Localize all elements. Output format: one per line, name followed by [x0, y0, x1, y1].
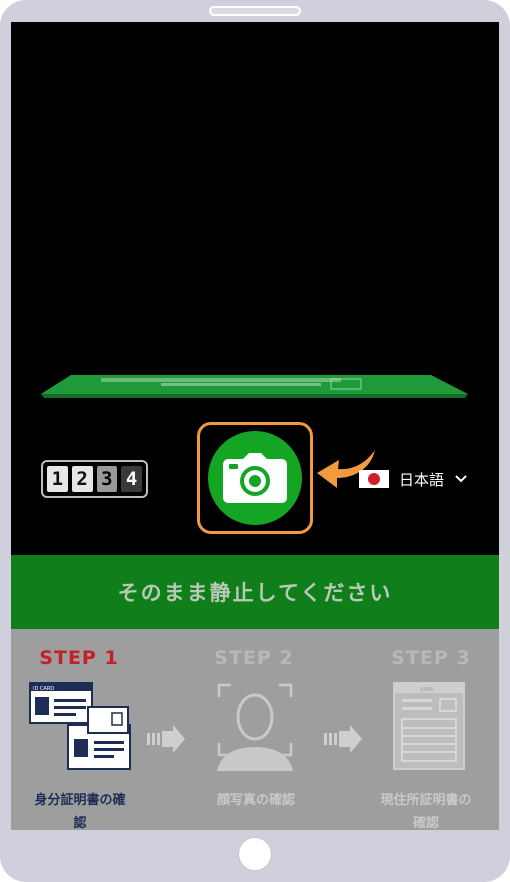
- step-2-title: STEP 2: [214, 647, 294, 669]
- step-3-caption-line-1: 現住所証明書の: [380, 793, 472, 808]
- step-1-caption-line-1: 身分証明書の確: [34, 793, 126, 808]
- home-button[interactable]: [238, 837, 272, 871]
- address-document-icon: BANK: [393, 682, 465, 770]
- shutter-highlight: [197, 422, 313, 534]
- camera-preview: 1 2 3 4 日本語: [11, 22, 499, 555]
- japan-flag-icon: [359, 470, 389, 488]
- instruction-text: そのまま静止してください: [117, 581, 393, 605]
- id-card-label: ID CARD: [33, 686, 54, 692]
- step-arrow-icon: [324, 725, 362, 753]
- step-2: STEP 2: [179, 647, 329, 669]
- app-screen: 1 2 3 4 日本語 そのまま静止してください STEP 1 STEP 2 S…: [11, 22, 499, 830]
- steps-panel: STEP 1 STEP 2 STEP 3 ID CARD BANK 身分証明書の…: [11, 629, 499, 830]
- step-2-caption-line-1: 顔写真の確認: [216, 793, 295, 808]
- camera-icon: [223, 453, 287, 503]
- language-label: 日本語: [399, 470, 445, 489]
- id-card-preview-graphic: [41, 375, 468, 398]
- step-1: STEP 1: [11, 647, 154, 669]
- shutter-button[interactable]: [208, 431, 302, 525]
- phone-speaker: [209, 6, 301, 16]
- step-arrow-icon: [147, 725, 185, 753]
- face-scan-icon: [217, 683, 293, 771]
- step-counter: 1 2 3 4: [41, 460, 148, 498]
- step-counter-4: 4: [121, 466, 142, 492]
- step-3-caption-line-2: 確認: [412, 816, 439, 830]
- language-select[interactable]: 日本語: [359, 466, 468, 492]
- step-1-caption-line-2: 認: [73, 816, 87, 830]
- step-3-title: STEP 3: [391, 647, 471, 669]
- step-counter-1: 1: [47, 466, 68, 492]
- step-3: STEP 3: [356, 647, 499, 669]
- id-card-icon: ID CARD: [29, 682, 131, 770]
- instruction-banner: そのまま静止してください: [11, 555, 499, 629]
- step-2-caption: 顔写真の確認: [191, 789, 321, 812]
- phone-frame: 1 2 3 4 日本語 そのまま静止してください STEP 1 STEP 2 S…: [0, 0, 510, 882]
- chevron-down-icon: [455, 475, 467, 483]
- step-3-caption: 現住所証明書の 確認: [371, 789, 481, 830]
- step-counter-2: 2: [71, 466, 93, 492]
- step-1-caption: 身分証明書の確 認: [21, 789, 139, 830]
- step-1-title: STEP 1: [39, 647, 119, 669]
- step-counter-3: 3: [96, 466, 118, 492]
- bank-label: BANK: [420, 687, 435, 693]
